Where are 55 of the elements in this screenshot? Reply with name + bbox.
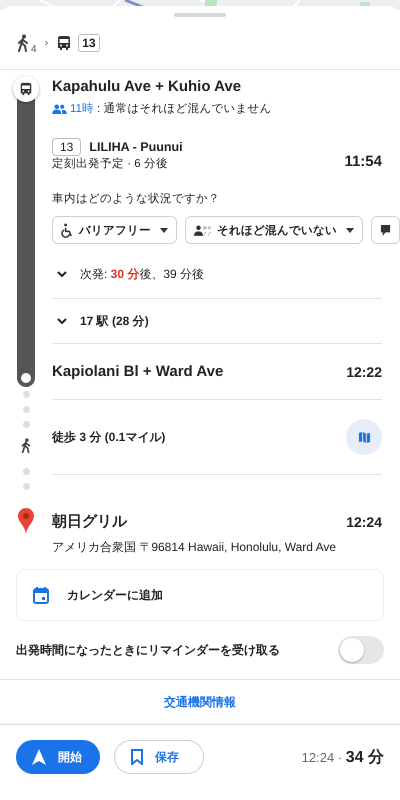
feedback-chip[interactable]: それほど混んでいない	[185, 216, 363, 244]
arrival-time: 12:22	[346, 364, 382, 380]
stop-name: Kapiolani Bl + Ward Ave	[52, 363, 224, 380]
bookmark-icon	[131, 749, 143, 766]
map-icon	[358, 430, 370, 444]
walk-dot	[22, 421, 30, 428]
walking-person-icon	[20, 438, 32, 454]
separator-dot: ·	[336, 750, 344, 765]
arrival-time: 12:24	[346, 514, 382, 530]
start-button[interactable]: 開始	[16, 740, 100, 774]
transit-info-link[interactable]: 交通機関情報	[164, 694, 236, 712]
bus-icon	[56, 35, 72, 51]
stop-name: Kapahulu Ave + Kuhio Ave	[52, 78, 242, 95]
crowd-time: 11時	[70, 102, 94, 116]
calendar-icon	[33, 586, 49, 604]
crowd-text: : 通常はそれほど混んでいません	[96, 102, 272, 116]
next-departures-toggle[interactable]: 次発: 30 分後、39 分後	[52, 250, 382, 298]
crowd-question: 車内はどのような状況ですか？	[52, 192, 221, 206]
add-to-calendar-button[interactable]: カレンダーに追加	[16, 569, 384, 622]
people-icon	[52, 104, 67, 114]
separator-chevron: ›	[44, 37, 48, 49]
navigation-arrow-icon	[32, 749, 46, 766]
walk-dot	[22, 483, 30, 490]
destination-address: アメリカ合衆国 〒96814 Hawaii, Honolulu, Ward Ave	[52, 539, 338, 556]
departure-status: 定刻出発予定 · 6 分後	[52, 156, 168, 171]
route-badge: 13	[78, 34, 100, 52]
stops-toggle[interactable]: 17 駅 (28 分)	[52, 299, 382, 343]
next-departures-text: 次発: 30 分後、39 分後	[80, 266, 204, 282]
location-pin-icon	[18, 508, 34, 534]
save-button[interactable]: 保存	[114, 740, 204, 774]
feedback-chip[interactable]	[371, 216, 400, 244]
reminder-toggle[interactable]	[338, 636, 384, 664]
map-button[interactable]	[346, 419, 382, 455]
departure-time: 11:54	[344, 153, 382, 170]
dropdown-icon	[346, 228, 354, 232]
walking-person-icon	[16, 34, 30, 52]
walk-dot	[22, 406, 30, 413]
route-badge: 13	[52, 138, 82, 156]
reminder-label: 出発時間になったときにリマインダーを受け取る	[16, 642, 280, 659]
drag-handle[interactable]	[174, 13, 226, 17]
people-icon	[194, 224, 212, 236]
walk-minutes: 4	[31, 44, 37, 55]
dropdown-icon	[160, 228, 168, 232]
route-headsign: LILIHA - Puunui	[89, 140, 184, 154]
speech-icon	[380, 224, 391, 236]
wheelchair-icon	[61, 222, 74, 238]
walk-dot	[22, 391, 30, 398]
walk-duration: 徒歩 3 分 (0.1マイル)	[52, 428, 166, 446]
feedback-chip[interactable]: バリアフリー	[52, 216, 177, 244]
arrival-time: 12:24	[302, 750, 334, 765]
trip-duration: 34 分	[346, 748, 384, 768]
walk-dot	[22, 468, 30, 476]
bus-icon	[19, 82, 33, 96]
destination-name: 朝日グリル	[52, 512, 127, 532]
stop-ring-icon	[21, 373, 31, 383]
